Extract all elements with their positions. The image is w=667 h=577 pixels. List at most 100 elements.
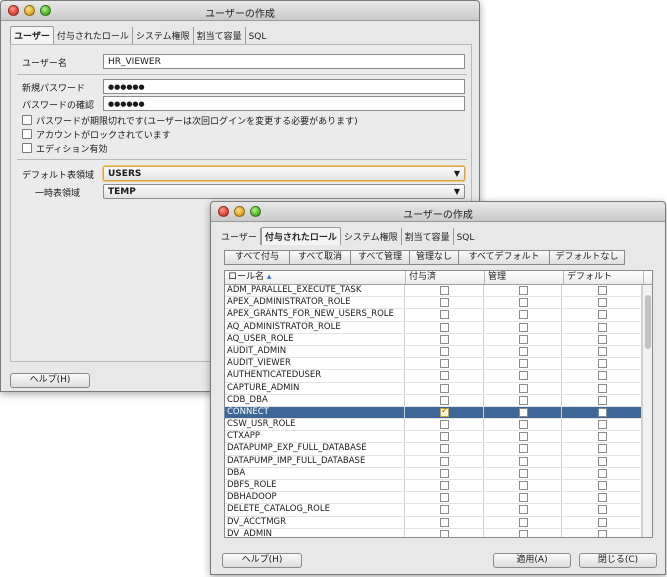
- default-checkbox[interactable]: [597, 310, 607, 320]
- tab-system-privileges[interactable]: システム権限: [341, 228, 402, 245]
- edition-enabled-checkbox[interactable]: [22, 143, 32, 153]
- admin-none-button[interactable]: 管理なし: [409, 250, 459, 265]
- table-row[interactable]: DBFS_ROLE: [225, 480, 642, 493]
- help-button[interactable]: ヘルプ(H): [222, 553, 302, 568]
- admin-checkbox[interactable]: [518, 346, 528, 356]
- admin-checkbox[interactable]: [518, 359, 528, 369]
- username-field[interactable]: HR_VIEWER: [103, 54, 465, 69]
- apply-button[interactable]: 適用(A): [493, 553, 571, 568]
- default-all-button[interactable]: すべてデフォルト: [458, 250, 550, 265]
- default-checkbox[interactable]: [597, 481, 607, 490]
- default-checkbox[interactable]: [597, 395, 607, 405]
- default-checkbox[interactable]: [597, 346, 607, 356]
- granted-checkbox[interactable]: [439, 468, 449, 478]
- granted-checkbox[interactable]: [439, 322, 449, 332]
- scrollbar-thumb[interactable]: [645, 295, 651, 349]
- table-row[interactable]: AQ_ADMINISTRATOR_ROLE: [225, 321, 642, 334]
- admin-checkbox[interactable]: [518, 505, 528, 515]
- tab-sql[interactable]: SQL: [246, 30, 270, 44]
- admin-checkbox[interactable]: [518, 420, 528, 430]
- default-none-button[interactable]: デフォルトなし: [549, 250, 625, 265]
- granted-checkbox[interactable]: [439, 420, 449, 430]
- granted-checkbox[interactable]: [439, 334, 449, 344]
- confirm-password-field[interactable]: ●●●●●●: [103, 96, 465, 111]
- granted-checkbox[interactable]: [439, 481, 449, 490]
- admin-checkbox[interactable]: [518, 371, 528, 381]
- table-row[interactable]: AUDIT_VIEWER: [225, 358, 642, 371]
- table-row[interactable]: DATAPUMP_EXP_FULL_DATABASE: [225, 443, 642, 456]
- admin-checkbox[interactable]: [518, 468, 528, 478]
- admin-checkbox[interactable]: [518, 407, 528, 417]
- tab-user[interactable]: ユーザー: [10, 26, 54, 44]
- default-checkbox[interactable]: [597, 407, 607, 417]
- granted-checkbox[interactable]: [439, 346, 449, 356]
- table-row[interactable]: DATAPUMP_IMP_FULL_DATABASE: [225, 455, 642, 468]
- admin-checkbox[interactable]: [518, 432, 528, 442]
- tab-granted-roles[interactable]: 付与されたロール: [54, 27, 133, 44]
- col-role-name[interactable]: ロール名 ▴: [225, 271, 406, 284]
- tab-user[interactable]: ユーザー: [218, 228, 261, 245]
- admin-checkbox[interactable]: [518, 334, 528, 344]
- tab-quotas[interactable]: 割当て容量: [194, 27, 246, 44]
- granted-checkbox[interactable]: [439, 432, 449, 442]
- table-row[interactable]: CTXAPP: [225, 431, 642, 444]
- help-button[interactable]: ヘルプ(H): [10, 373, 90, 388]
- admin-checkbox[interactable]: [518, 517, 528, 527]
- default-checkbox[interactable]: [597, 334, 607, 344]
- tab-system-privileges[interactable]: システム権限: [133, 27, 194, 44]
- admin-all-button[interactable]: すべて管理: [350, 250, 410, 265]
- account-locked-checkbox[interactable]: [22, 129, 32, 139]
- default-checkbox[interactable]: [597, 468, 607, 478]
- granted-checkbox[interactable]: [439, 456, 449, 466]
- admin-checkbox[interactable]: [518, 383, 528, 393]
- close-button[interactable]: 閉じる(C): [579, 553, 657, 568]
- table-row[interactable]: CDB_DBA: [225, 394, 642, 407]
- table-row[interactable]: ADM_PARALLEL_EXECUTE_TASK: [225, 285, 642, 298]
- table-row[interactable]: AQ_USER_ROLE: [225, 333, 642, 346]
- default-checkbox[interactable]: [597, 371, 607, 381]
- default-checkbox[interactable]: [597, 383, 607, 393]
- granted-checkbox[interactable]: [439, 298, 449, 308]
- titlebar[interactable]: ユーザーの作成: [1, 1, 479, 21]
- table-row[interactable]: CONNECT: [225, 406, 642, 420]
- table-row[interactable]: DBA: [225, 467, 642, 480]
- table-row[interactable]: CSW_USR_ROLE: [225, 419, 642, 432]
- new-password-field[interactable]: ●●●●●●: [103, 79, 465, 94]
- granted-checkbox[interactable]: [439, 493, 449, 503]
- default-checkbox[interactable]: [597, 420, 607, 430]
- col-admin[interactable]: 管理: [485, 271, 564, 284]
- default-checkbox[interactable]: [597, 529, 607, 537]
- col-granted[interactable]: 付与済: [406, 271, 485, 284]
- admin-checkbox[interactable]: [518, 395, 528, 405]
- col-default[interactable]: デフォルト: [564, 271, 644, 284]
- granted-checkbox[interactable]: [439, 371, 449, 381]
- table-row[interactable]: AUTHENTICATEDUSER: [225, 370, 642, 383]
- admin-checkbox[interactable]: [518, 310, 528, 320]
- vertical-scrollbar[interactable]: [642, 285, 652, 537]
- grant-all-button[interactable]: すべて付与: [224, 250, 290, 265]
- default-checkbox[interactable]: [597, 359, 607, 369]
- admin-checkbox[interactable]: [518, 322, 528, 332]
- table-row[interactable]: DBHADOOP: [225, 492, 642, 505]
- default-checkbox[interactable]: [597, 444, 607, 454]
- default-checkbox[interactable]: [597, 456, 607, 466]
- default-checkbox[interactable]: [597, 505, 607, 515]
- table-row[interactable]: DV_ADMIN: [225, 528, 642, 537]
- default-checkbox[interactable]: [597, 493, 607, 503]
- table-row[interactable]: AUDIT_ADMIN: [225, 345, 642, 359]
- granted-checkbox[interactable]: [439, 505, 449, 515]
- admin-checkbox[interactable]: [518, 444, 528, 454]
- admin-checkbox[interactable]: [518, 493, 528, 503]
- default-checkbox[interactable]: [597, 322, 607, 332]
- table-row[interactable]: APEX_GRANTS_FOR_NEW_USERS_ROLE: [225, 309, 642, 322]
- tab-sql[interactable]: SQL: [454, 231, 478, 245]
- table-row[interactable]: DELETE_CATALOG_ROLE: [225, 504, 642, 517]
- admin-checkbox[interactable]: [518, 286, 528, 295]
- admin-checkbox[interactable]: [518, 298, 528, 308]
- default-checkbox[interactable]: [597, 432, 607, 442]
- revoke-all-button[interactable]: すべて取消: [289, 250, 351, 265]
- granted-checkbox[interactable]: [439, 310, 449, 320]
- default-tablespace-select[interactable]: USERS ▼: [103, 166, 465, 181]
- default-checkbox[interactable]: [597, 286, 607, 295]
- admin-checkbox[interactable]: [518, 481, 528, 490]
